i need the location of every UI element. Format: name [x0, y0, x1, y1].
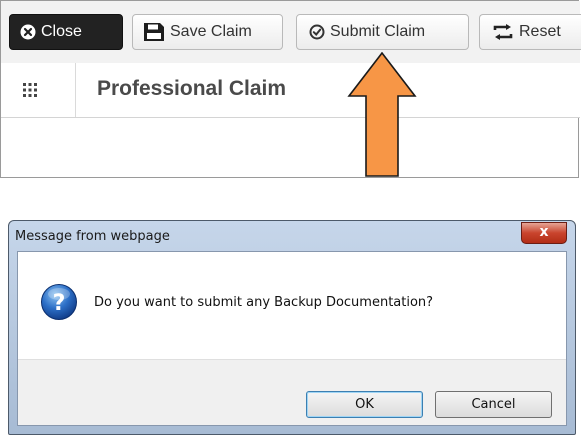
- check-circle-icon: [309, 24, 325, 40]
- cancel-button-label: Cancel: [471, 397, 516, 412]
- dialog-body: ? Do you want to submit any Backup Docum…: [17, 251, 567, 426]
- close-circle-icon: [20, 24, 36, 40]
- ok-button-label: OK: [355, 397, 374, 412]
- dialog-message: Do you want to submit any Backup Documen…: [94, 295, 434, 310]
- cancel-button[interactable]: Cancel: [435, 391, 552, 418]
- save-claim-button[interactable]: Save Claim: [132, 14, 283, 50]
- header-divider: [75, 63, 76, 117]
- submit-claim-button[interactable]: Submit Claim: [296, 14, 469, 50]
- dialog-close-button[interactable]: x: [521, 222, 567, 244]
- ok-button[interactable]: OK: [306, 391, 423, 418]
- close-button[interactable]: Close: [9, 14, 123, 50]
- dialog-titlebar[interactable]: Message from webpage x: [9, 221, 575, 251]
- svg-text:?: ?: [53, 291, 66, 316]
- submit-claim-label: Submit Claim: [330, 23, 426, 40]
- arrow-up-icon: [347, 52, 417, 177]
- close-icon: x: [539, 224, 549, 240]
- claim-toolbar: Close Save Claim Submit Claim Reset: [1, 1, 581, 64]
- form-header: Professional Claim: [1, 63, 580, 118]
- dialog-content: ? Do you want to submit any Backup Docum…: [18, 252, 566, 359]
- reset-icon: [492, 24, 514, 40]
- question-icon: ?: [40, 283, 78, 326]
- save-icon: [143, 22, 165, 42]
- message-dialog: Message from webpage x ? Do you want to …: [8, 220, 576, 435]
- reset-button[interactable]: Reset: [479, 14, 581, 50]
- grid-icon[interactable]: [23, 83, 37, 102]
- dialog-footer: OK Cancel: [18, 359, 566, 425]
- claim-form-panel: Close Save Claim Submit Claim Reset Prof…: [0, 0, 581, 178]
- page-title: Professional Claim: [97, 77, 287, 100]
- reset-label: Reset: [519, 23, 561, 40]
- dialog-title: Message from webpage: [15, 229, 170, 244]
- save-claim-label: Save Claim: [170, 23, 252, 40]
- close-button-label: Close: [41, 23, 82, 40]
